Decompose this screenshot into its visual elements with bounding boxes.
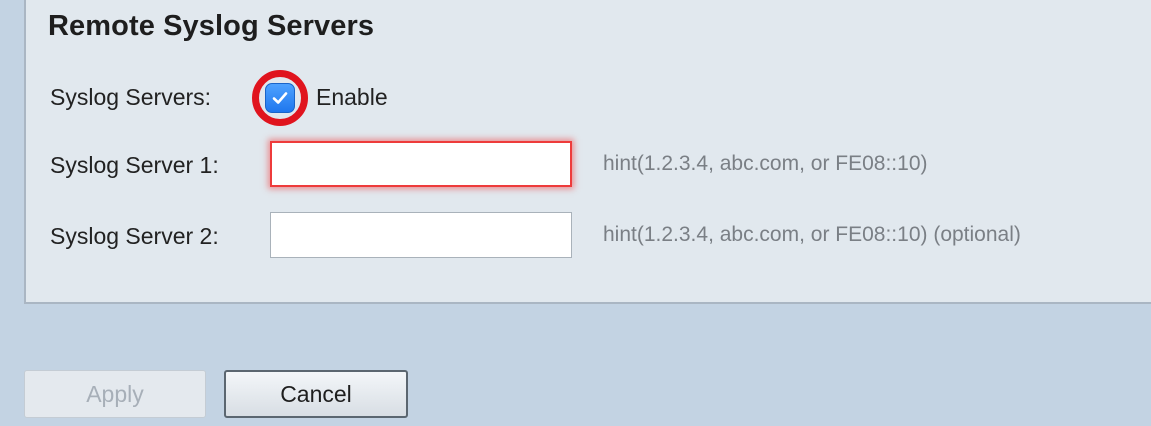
highlight-ring [252,70,308,126]
syslog-server-1-hint: hint(1.2.3.4, abc.com, or FE08::10) [603,152,928,175]
syslog-server-2-input[interactable] [270,212,572,258]
syslog-server-1-input[interactable] [270,141,572,187]
section-title: Remote Syslog Servers [48,10,375,42]
checkmark-icon [272,92,288,104]
apply-button[interactable]: Apply [24,370,206,418]
syslog-server-2-hint: hint(1.2.3.4, abc.com, or FE08::10) (opt… [603,223,1021,246]
syslog-servers-label: Syslog Servers: [50,84,212,110]
syslog-server-1-label: Syslog Server 1: [50,152,219,178]
cancel-button[interactable]: Cancel [224,370,408,418]
enable-label[interactable]: Enable [316,84,388,111]
enable-checkbox[interactable] [265,83,295,113]
syslog-server-2-label: Syslog Server 2: [50,223,219,249]
